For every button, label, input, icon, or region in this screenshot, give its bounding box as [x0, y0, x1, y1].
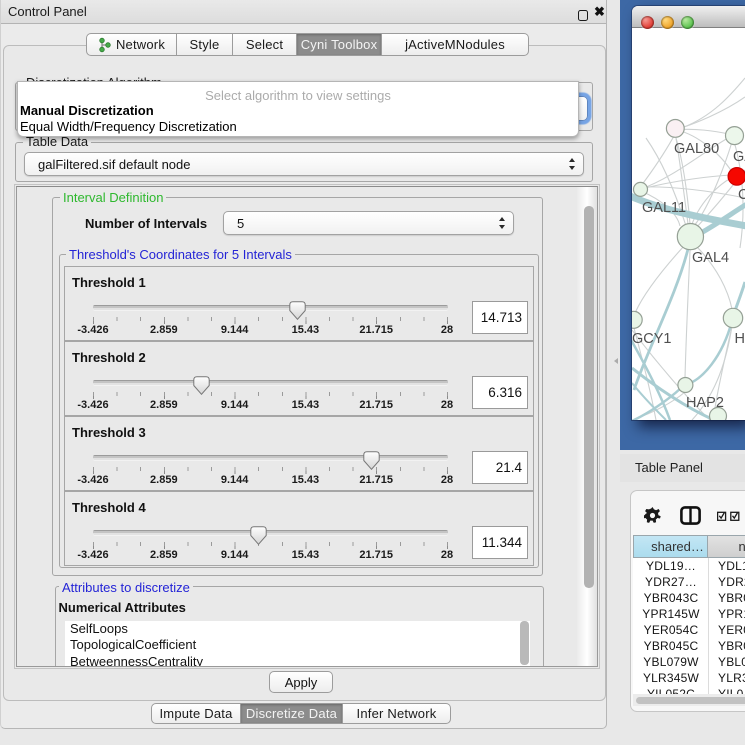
svg-text:GCY1: GCY1 [632, 331, 672, 347]
svg-text:GAL80: GAL80 [674, 141, 719, 157]
svg-text:H: H [735, 331, 745, 347]
svg-text:GAL4: GAL4 [692, 250, 729, 266]
svg-text:GAL11: GAL11 [642, 200, 686, 216]
svg-text:HAP2: HAP2 [686, 395, 724, 411]
svg-text:GA: GA [733, 149, 745, 165]
svg-text:C: C [738, 187, 745, 203]
